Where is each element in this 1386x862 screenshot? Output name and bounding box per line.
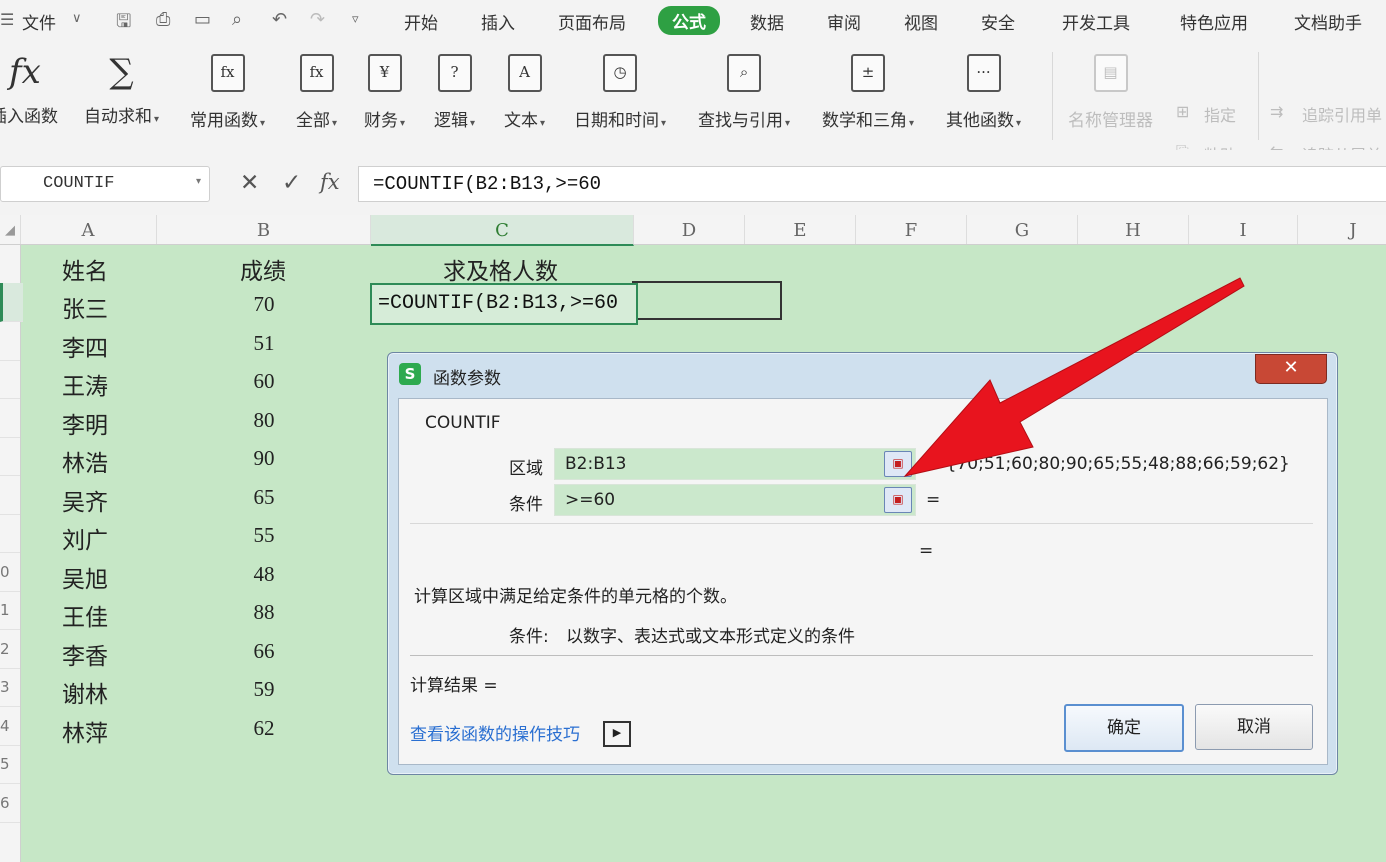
arrow-shape bbox=[903, 277, 1245, 477]
annotation-arrow bbox=[903, 277, 1245, 477]
